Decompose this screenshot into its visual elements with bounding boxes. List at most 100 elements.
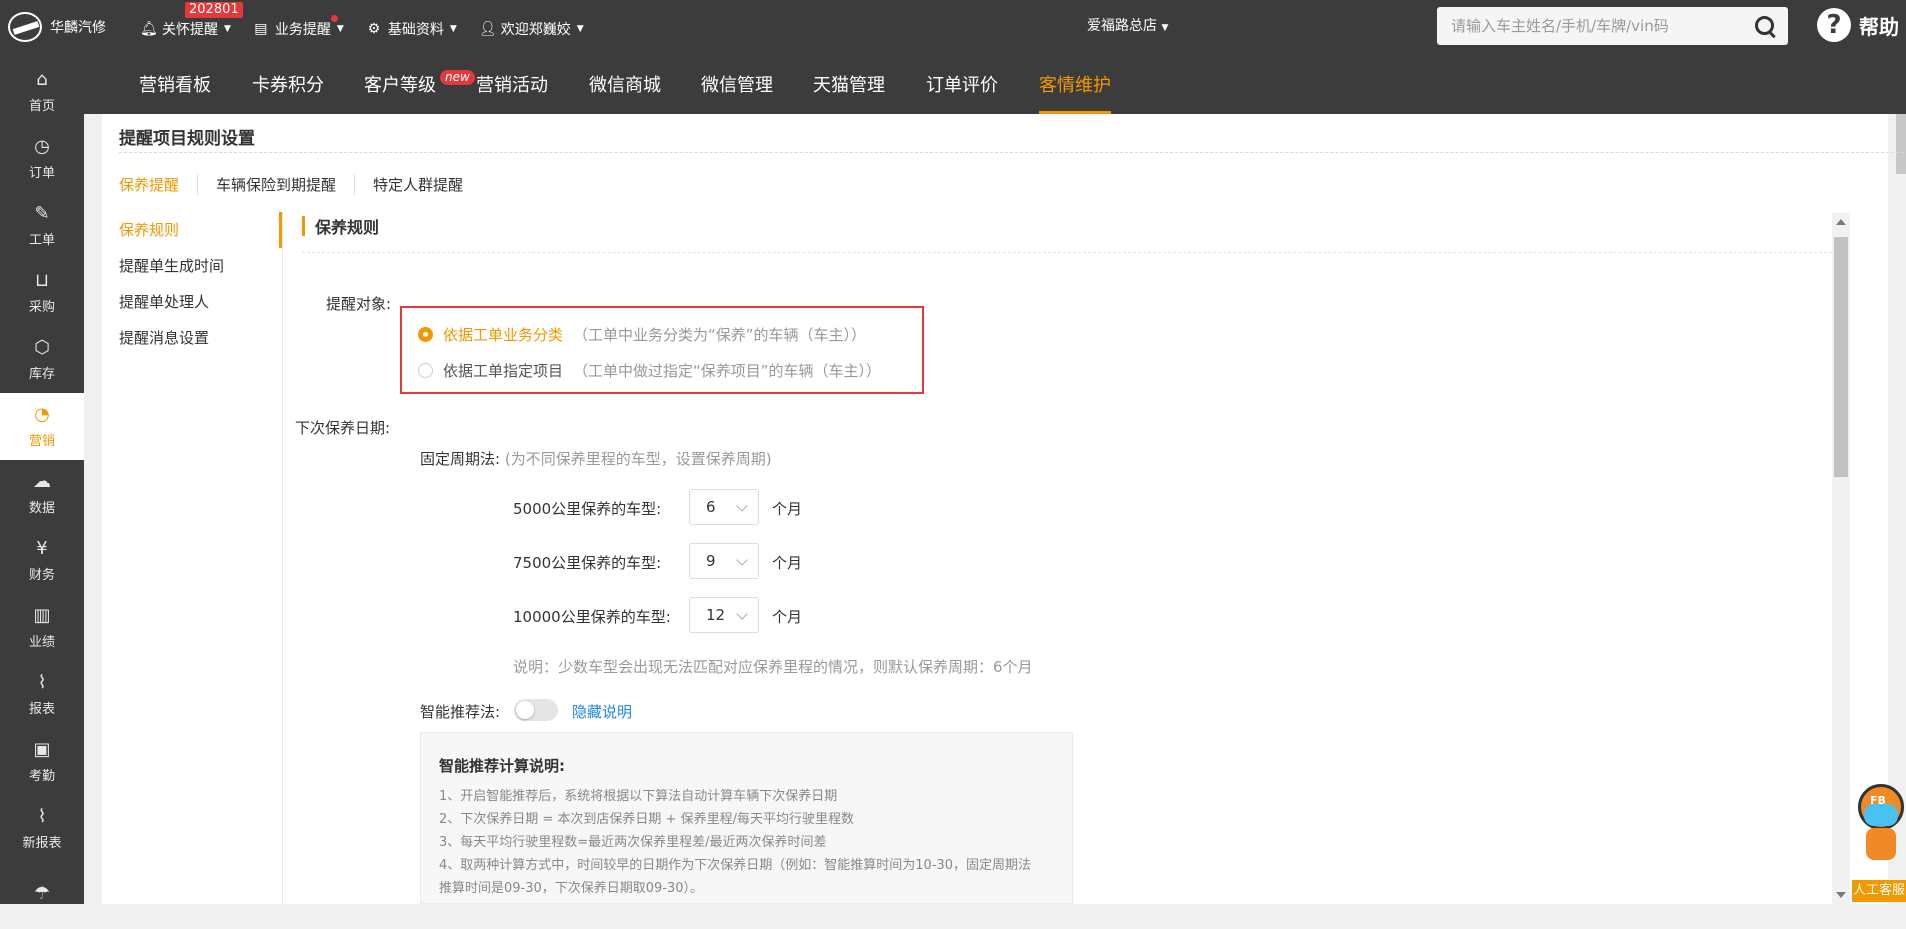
tab-coupons-points[interactable]: 卡券积分 <box>252 58 324 114</box>
top-bar: 华麟汽修 🔔︎ 关怀提醒 ▼ 202801 ▤ 业务提醒 ▼ ⚙ 基础资料 ▼ … <box>0 0 1906 58</box>
tab-order-review[interactable]: 订单评价 <box>926 58 998 114</box>
select-value: 12 <box>706 606 726 624</box>
section-divider <box>302 252 1832 253</box>
rule-tabs: 保养提醒 车辆保险到期提醒 特定人群提醒 <box>119 174 481 195</box>
menu-item-maintenance-rules[interactable]: 保养规则 <box>102 212 282 248</box>
help-label: 帮助 <box>1859 14 1899 39</box>
unit-label: 个月 <box>772 500 803 518</box>
caret-down-icon: ▼ <box>224 24 231 34</box>
sidebar-item-home[interactable]: ⌂ 首页 <box>0 58 84 125</box>
nav-user-label: 欢迎郑巍姣 <box>500 22 571 38</box>
logo-text: 华麟汽修 <box>50 20 106 36</box>
note-line: 推算时间是09-30，下次保养日期取09-30）。 <box>439 881 704 896</box>
scroll-down-icon[interactable] <box>1836 892 1846 898</box>
hide-explanation-link[interactable]: 隐藏说明 <box>572 701 632 722</box>
tab-specific-group-reminder[interactable]: 特定人群提醒 <box>354 174 481 195</box>
top-nav: 🔔︎ 关怀提醒 ▼ 202801 ▤ 业务提醒 ▼ ⚙ 基础资料 ▼ 👤︎ 欢迎… <box>140 0 584 58</box>
content-scrollbar[interactable] <box>1832 213 1850 904</box>
radio-by-specified-item[interactable]: 依据工单指定项目 （工单中做过指定“保养项目”的车辆（车主）） <box>418 360 881 381</box>
customer-service-widget[interactable]: FB 人工客服 <box>1850 780 1906 904</box>
gear-icon: ⚙ <box>367 21 381 37</box>
sidebar-item-performance[interactable]: ▥ 业绩 <box>0 594 84 661</box>
nav-basic-data-label: 基础资料 <box>387 22 444 38</box>
tab-marketing-activity[interactable]: 营销活动 <box>476 58 548 114</box>
tab-wechat-mall[interactable]: 微信商城 <box>589 58 661 114</box>
tab-maintenance-reminder[interactable]: 保养提醒 <box>119 174 197 195</box>
tab-marketing-dashboard[interactable]: 营销看板 <box>139 58 211 114</box>
sidebar-item-label: 业绩 <box>28 635 55 650</box>
cycle-5000-select[interactable]: 6 <box>689 489 759 525</box>
cloud-icon: ☁ <box>33 471 51 492</box>
smart-method-toggle[interactable] <box>514 699 558 721</box>
sidebar-item-data[interactable]: ☁ 数据 <box>0 460 84 527</box>
scroll-up-icon[interactable] <box>1836 219 1846 225</box>
module-tabs: 营销看板 卡券积分 客户等级 new 营销活动 微信商城 微信管理 天猫管理 订… <box>84 58 1906 174</box>
page-title: 提醒项目规则设置 <box>119 129 255 149</box>
nav-business-reminder[interactable]: ▤ 业务提醒 ▼ <box>253 15 344 39</box>
main-sidebar: ⌂ 首页 ◷ 订单 ✎ 工单 ⊔ 采购 ⬡ 库存 ◔ 营销 ☁ 数据 ¥ 财务 … <box>0 58 84 904</box>
sidebar-item-more[interactable]: ☂ <box>0 862 84 929</box>
search-box <box>1437 7 1788 45</box>
chevron-down-icon <box>736 500 748 512</box>
sidebar-item-label: 营销 <box>28 434 55 449</box>
scrollbar-thumb[interactable] <box>1896 114 1906 174</box>
divider <box>119 152 1906 153</box>
help-icon: ? <box>1817 8 1851 42</box>
radio-button[interactable] <box>418 363 433 378</box>
section-title: 保养规则 <box>302 214 379 238</box>
sidebar-item-inventory[interactable]: ⬡ 库存 <box>0 326 84 393</box>
sidebar-item-reports[interactable]: ⌇ 报表 <box>0 661 84 728</box>
tab-insurance-expiry-reminder[interactable]: 车辆保险到期提醒 <box>197 174 354 195</box>
scrollbar-thumb[interactable] <box>1834 237 1848 477</box>
nav-care-reminder-label: 关怀提醒 <box>162 22 218 38</box>
sidebar-item-finance[interactable]: ¥ 财务 <box>0 527 84 594</box>
sidebar-item-label: 采购 <box>28 300 55 315</box>
menu-item-handler[interactable]: 提醒单处理人 <box>102 284 282 320</box>
sidebar-item-label: 新报表 <box>22 836 62 851</box>
mascot-body <box>1866 828 1896 860</box>
line-chart-icon: ⌇ <box>37 672 47 693</box>
toggle-knob <box>516 701 534 719</box>
sidebar-item-work-orders[interactable]: ✎ 工单 <box>0 192 84 259</box>
tab-wechat-management[interactable]: 微信管理 <box>701 58 773 114</box>
note-title: 智能推荐计算说明: <box>439 757 565 775</box>
cycle-7500-select[interactable]: 9 <box>689 543 759 579</box>
nav-care-reminder[interactable]: 🔔︎ 关怀提醒 ▼ 202801 <box>140 2 243 39</box>
new-badge: new <box>440 70 475 85</box>
sidebar-item-label: 订单 <box>28 166 55 181</box>
sidebar-item-new-reports[interactable]: ⌇ 新报表 <box>0 795 84 862</box>
smart-explanation-panel: 智能推荐计算说明: 1、开启智能推荐后，系统将根据以下算法自动计算车辆下次保养日… <box>420 732 1073 904</box>
menu-item-message-settings[interactable]: 提醒消息设置 <box>102 320 282 356</box>
line-chart-icon: ⌇ <box>37 806 47 827</box>
logo[interactable]: 华麟汽修 <box>8 12 106 42</box>
nav-user-menu[interactable]: 👤︎ 欢迎郑巍姣 ▼ <box>479 19 584 39</box>
tab-customer-care[interactable]: 客情维护 <box>1039 58 1111 114</box>
sidebar-item-marketing[interactable]: ◔ 营销 <box>0 393 84 460</box>
pie-icon: ◔ <box>34 404 50 425</box>
menu-item-generation-time[interactable]: 提醒单生成时间 <box>102 248 282 284</box>
sidebar-item-attendance[interactable]: ▣ 考勤 <box>0 728 84 795</box>
store-selector[interactable]: 爱福路总店 ▼ <box>1087 0 1168 52</box>
wrench-icon: ✎ <box>34 203 50 224</box>
logo-icon <box>8 12 42 42</box>
cycle-10000-select[interactable]: 12 <box>689 597 759 633</box>
fixed-cycle-hint: (为不同保养里程的车型，设置保养周期) <box>504 450 772 468</box>
cart-icon: ⊔ <box>34 270 50 291</box>
tab-customer-level[interactable]: 客户等级 new <box>364 58 475 114</box>
rule-side-menu: 保养规则 提醒单生成时间 提醒单处理人 提醒消息设置 <box>102 212 283 904</box>
search-icon[interactable] <box>1754 15 1776 37</box>
sidebar-item-label: 首页 <box>28 99 55 114</box>
unit-label: 个月 <box>772 554 803 572</box>
sidebar-item-orders[interactable]: ◷ 订单 <box>0 125 84 192</box>
cycle-note: 说明：少数车型会出现无法匹配对应保养里程的情况，则默认保养周期：6个月 <box>513 658 1033 676</box>
umbrella-icon: ☂ <box>33 882 51 904</box>
radio-button-checked[interactable] <box>418 327 433 342</box>
tab-tmall-management[interactable]: 天猫管理 <box>813 58 885 114</box>
search-input[interactable] <box>1449 16 1754 36</box>
help-button[interactable]: ? 帮助 <box>1817 8 1899 42</box>
sidebar-item-purchase[interactable]: ⊔ 采购 <box>0 259 84 326</box>
select-value: 6 <box>706 498 716 516</box>
radio-by-business-category[interactable]: 依据工单业务分类 （工单中业务分类为“保养”的车辆（车主）） <box>418 324 866 345</box>
clock-icon: ◷ <box>34 136 50 157</box>
nav-basic-data[interactable]: ⚙ 基础资料 ▼ <box>366 19 457 39</box>
